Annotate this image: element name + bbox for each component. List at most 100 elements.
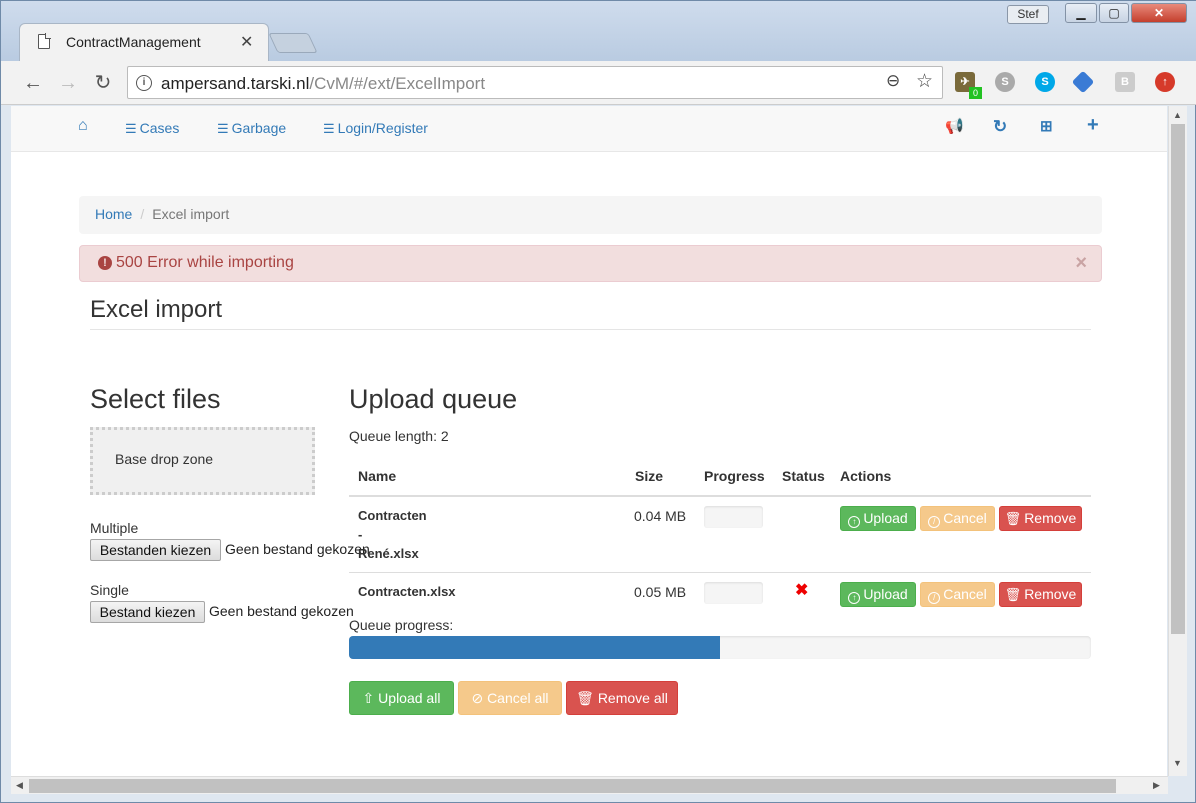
- alert-close-icon[interactable]: ×: [1075, 252, 1087, 275]
- upload-all-label: Upload all: [378, 690, 441, 706]
- remove-all-button[interactable]: 🗑 Remove all: [566, 681, 678, 715]
- row-1-remove-button[interactable]: 🗑 Remove: [999, 506, 1082, 531]
- file-name-line: René.xlsx: [358, 546, 419, 561]
- table-row-2-size: 0.05 MB: [634, 584, 687, 600]
- nav-login-label: Login/Register: [337, 120, 428, 136]
- table-row-divider: [349, 572, 1091, 573]
- refresh-icon[interactable]: ↻: [993, 117, 1007, 137]
- title-divider: [90, 329, 1091, 330]
- breadcrumb-home[interactable]: Home: [95, 206, 132, 222]
- multiple-file-status: Geen bestand gekozen: [225, 541, 370, 557]
- diamond-extension-icon[interactable]: [1071, 70, 1095, 94]
- arrow-up-circle-icon: ⇧: [362, 690, 375, 706]
- cancel-all-label: Cancel all: [487, 690, 549, 706]
- ban-icon: /: [928, 516, 941, 528]
- apps-grid-icon[interactable]: ⊞: [1040, 117, 1053, 135]
- page-viewport: ⌂ ☰ Cases ☰ Garbage ☰ Login/Register 📢 ↻ ⊞ …: [11, 106, 1167, 776]
- scroll-down-icon[interactable]: ▼: [1173, 758, 1182, 768]
- app-navbar: ⌂ ☰ Cases ☰ Garbage ☰ Login/Register 📢 ↻ ⊞ …: [11, 106, 1167, 152]
- browser-window: ContractManagement ✕ Stef ▁ ▢ ✕ ← → ↻ i …: [0, 0, 1196, 803]
- column-progress: Progress: [704, 468, 765, 484]
- ban-icon: /: [928, 592, 941, 604]
- arrow-up-circle-icon: ↑: [848, 516, 861, 528]
- minimize-button[interactable]: ▁: [1065, 3, 1097, 23]
- queue-length: Queue length: 2: [349, 428, 449, 444]
- url-host: ampersand.tarski.nl: [161, 74, 310, 93]
- choose-files-button[interactable]: Bestanden kiezen: [90, 539, 221, 561]
- row-2-remove-button[interactable]: 🗑 Remove: [999, 582, 1082, 607]
- cancel-all-button[interactable]: ⊘ Cancel all: [458, 681, 562, 715]
- upload-all-button[interactable]: ⇧ Upload all: [349, 681, 454, 715]
- horizontal-scroll-thumb[interactable]: [29, 779, 1116, 793]
- close-tab-icon[interactable]: ✕: [240, 32, 253, 52]
- list-icon: ☰: [125, 121, 137, 136]
- multiple-label: Multiple: [90, 520, 139, 536]
- queue-progress-fill: [349, 636, 720, 659]
- bookmark-star-icon[interactable]: ☆: [916, 70, 933, 93]
- reload-icon[interactable]: ↻: [89, 69, 117, 97]
- cancel-label: Cancel: [943, 586, 987, 602]
- upload-label: Upload: [863, 510, 908, 526]
- zoom-icon[interactable]: ⊖: [886, 71, 900, 91]
- scroll-up-icon[interactable]: ▲: [1173, 110, 1182, 120]
- list-icon: ☰: [217, 121, 229, 136]
- cancel-label: Cancel: [943, 510, 987, 526]
- home-icon[interactable]: ⌂: [78, 117, 88, 135]
- url-path: /CvM/#/ext/ExcelImport: [309, 74, 486, 93]
- remove-label: Remove: [1024, 510, 1077, 526]
- single-file-status: Geen bestand gekozen: [209, 603, 354, 619]
- column-name: Name: [358, 468, 397, 484]
- row-2-upload-button[interactable]: ↑ Upload: [840, 582, 916, 607]
- upload-extension-icon[interactable]: ↑: [1155, 72, 1175, 92]
- trash-icon: 🗑: [576, 690, 594, 706]
- column-size: Size: [635, 468, 664, 484]
- close-window-button[interactable]: ✕: [1131, 3, 1187, 23]
- maximize-button[interactable]: ▢: [1099, 3, 1129, 23]
- breadcrumb-current: Excel import: [152, 206, 230, 222]
- row-1-cancel-button[interactable]: / Cancel: [920, 506, 995, 531]
- trash-icon: 🗑: [1004, 511, 1022, 526]
- breadcrumb-separator: /: [140, 206, 145, 222]
- remove-all-label: Remove all: [597, 690, 668, 706]
- table-row-1-name: Contracten - René.xlsx: [358, 506, 427, 563]
- choose-file-button[interactable]: Bestand kiezen: [90, 601, 205, 623]
- queue-progress-label: Queue progress:: [349, 617, 454, 633]
- document-icon: [38, 33, 51, 49]
- bullhorn-icon[interactable]: 📢: [945, 117, 964, 135]
- remove-label: Remove: [1024, 586, 1077, 602]
- vertical-scroll-thumb[interactable]: [1171, 124, 1185, 634]
- nav-garbage[interactable]: ☰ Garbage: [217, 120, 286, 137]
- browser-tab[interactable]: ContractManagement ✕: [19, 23, 269, 61]
- trash-icon: 🗑: [1004, 587, 1022, 602]
- scroll-left-icon[interactable]: ◀: [16, 780, 23, 791]
- page-title: Excel import: [90, 296, 223, 323]
- nav-cases[interactable]: ☰ Cases: [125, 120, 179, 137]
- horizontal-scrollbar[interactable]: ◀ ▶: [11, 776, 1168, 794]
- nav-login-register[interactable]: ☰ Login/Register: [323, 120, 428, 137]
- back-icon[interactable]: ←: [19, 69, 47, 97]
- info-icon[interactable]: i: [136, 75, 152, 91]
- drop-zone[interactable]: Base drop zone: [90, 427, 315, 495]
- nav-cases-label: Cases: [139, 120, 180, 136]
- vertical-scrollbar[interactable]: ▲ ▼: [1168, 106, 1187, 776]
- forward-icon[interactable]: →: [54, 69, 82, 97]
- scroll-right-icon[interactable]: ▶: [1153, 780, 1160, 791]
- row-2-cancel-button[interactable]: / Cancel: [920, 582, 995, 607]
- upload-queue-heading: Upload queue: [349, 384, 518, 414]
- extension-badge: 0: [969, 87, 982, 99]
- user-badge[interactable]: Stef: [1007, 5, 1049, 24]
- select-files-heading: Select files: [90, 384, 221, 414]
- tab-title: ContractManagement: [66, 34, 201, 50]
- row-1-upload-button[interactable]: ↑ Upload: [840, 506, 916, 531]
- skype-gray-icon[interactable]: S: [995, 72, 1015, 92]
- alert-message: 500 Error while importing: [116, 254, 294, 271]
- add-icon[interactable]: +: [1087, 114, 1099, 137]
- browser-toolbar: ← → ↻ i ampersand.tarski.nl/CvM/#/ext/Ex…: [1, 61, 1196, 105]
- url-text[interactable]: ampersand.tarski.nl/CvM/#/ext/ExcelImpor…: [161, 74, 485, 94]
- new-tab-button[interactable]: [268, 33, 318, 53]
- bi-extension-icon[interactable]: B: [1115, 72, 1135, 92]
- address-bar[interactable]: i ampersand.tarski.nl/CvM/#/ext/ExcelImp…: [127, 66, 943, 99]
- single-label: Single: [90, 582, 129, 598]
- skype-icon[interactable]: S: [1035, 72, 1055, 92]
- exclamation-icon: !: [98, 256, 112, 270]
